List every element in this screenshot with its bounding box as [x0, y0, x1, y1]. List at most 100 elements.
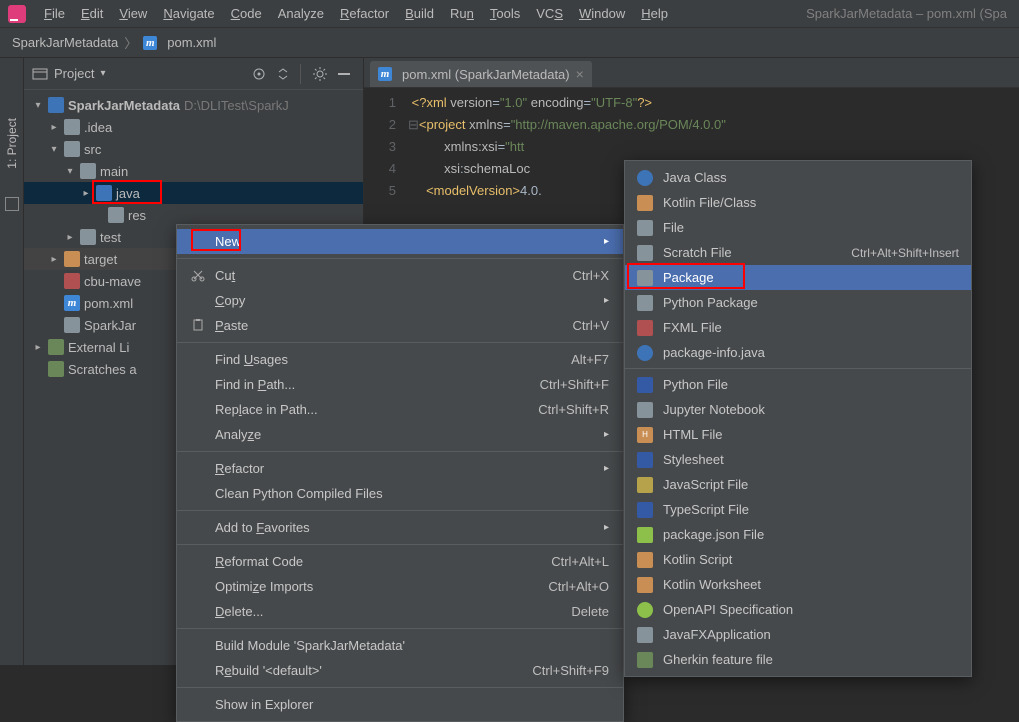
ctx-item-paste[interactable]: PasteCtrl+V [177, 313, 623, 338]
folder-icon [80, 229, 96, 245]
ctx-item-copy[interactable]: Copy▸ [177, 288, 623, 313]
openapi-icon [637, 602, 653, 618]
new-kotlin[interactable]: Kotlin File/Class [625, 190, 971, 215]
new-gherkin[interactable]: Gherkin feature file [625, 647, 971, 672]
settings-icon[interactable] [309, 63, 331, 85]
breadcrumb-project[interactable]: SparkJarMetadata [12, 35, 118, 50]
ctx-item-build-module[interactable]: Build Module 'SparkJarMetadata' [177, 633, 623, 658]
fxml-icon [637, 320, 653, 336]
javascript-icon [637, 477, 653, 493]
folder-icon [108, 207, 124, 223]
close-tab-icon[interactable]: × [576, 66, 584, 82]
menu-tools[interactable]: Tools [482, 2, 528, 25]
new-submenu: Java Class Kotlin File/Class File Scratc… [624, 160, 972, 677]
project-view-icon [32, 66, 48, 82]
xml-file-icon [64, 273, 80, 289]
tree-idea-folder[interactable]: .idea [24, 116, 363, 138]
new-typescript[interactable]: TypeScript File [625, 497, 971, 522]
new-package[interactable]: Package [625, 265, 971, 290]
kotlin-icon [637, 552, 653, 568]
new-javascript[interactable]: JavaScript File [625, 472, 971, 497]
project-toolbar: Project ▾ [24, 58, 363, 90]
hide-toolwindow-icon[interactable] [333, 63, 355, 85]
ctx-item-favorites[interactable]: Add to Favorites▸ [177, 515, 623, 540]
paste-icon [191, 318, 207, 334]
ctx-item-show-in-explorer[interactable]: Show in Explorer [177, 692, 623, 717]
locate-file-icon[interactable] [248, 63, 270, 85]
submenu-arrow-icon: ▸ [604, 236, 609, 247]
project-view-label[interactable]: Project [54, 66, 94, 81]
menu-code[interactable]: Code [223, 2, 270, 25]
css-icon [637, 452, 653, 468]
new-kotlin-script[interactable]: Kotlin Script [625, 547, 971, 572]
tree-root[interactable]: SparkJarMetadataD:\DLITest\SparkJ [24, 94, 363, 116]
kotlin-icon [637, 577, 653, 593]
new-python-file[interactable]: Python File [625, 372, 971, 397]
excluded-folder-icon [64, 251, 80, 267]
maven-file-icon: m [64, 295, 80, 311]
expand-all-icon[interactable] [272, 63, 294, 85]
toolwindow-project-tab[interactable]: 1: Project [5, 118, 19, 169]
kotlin-icon [637, 195, 653, 211]
tree-res-folder[interactable]: res [24, 204, 363, 226]
new-file[interactable]: File [625, 215, 971, 240]
ctx-item-optimize-imports[interactable]: Optimize ImportsCtrl+Alt+O [177, 574, 623, 599]
ctx-item-rebuild[interactable]: Rebuild '<default>'Ctrl+Shift+F9 [177, 658, 623, 683]
folder-icon [80, 163, 96, 179]
package-icon [637, 295, 653, 311]
ctx-item-clean-python[interactable]: Clean Python Compiled Files [177, 481, 623, 506]
maven-file-icon: m [378, 67, 392, 81]
menu-run[interactable]: Run [442, 2, 482, 25]
menu-navigate[interactable]: Navigate [155, 2, 222, 25]
breadcrumb-file[interactable]: pom.xml [167, 35, 216, 50]
menu-build[interactable]: Build [397, 2, 442, 25]
new-html[interactable]: HHTML File [625, 422, 971, 447]
external-libraries-icon [48, 339, 64, 355]
menu-vcs[interactable]: VCS [528, 2, 571, 25]
folder-icon [64, 141, 80, 157]
new-openapi[interactable]: OpenAPI Specification [625, 597, 971, 622]
ctx-item-cut[interactable]: CutCtrl+X [177, 263, 623, 288]
ctx-item-delete[interactable]: Delete...Delete [177, 599, 623, 624]
menu-edit[interactable]: Edit [73, 2, 111, 25]
maven-file-icon: m [143, 36, 157, 50]
gherkin-icon [637, 652, 653, 668]
new-kotlin-worksheet[interactable]: Kotlin Worksheet [625, 572, 971, 597]
new-stylesheet[interactable]: Stylesheet [625, 447, 971, 472]
ctx-item-replace-in-path[interactable]: Replace in Path...Ctrl+Shift+R [177, 397, 623, 422]
new-java-class[interactable]: Java Class [625, 165, 971, 190]
menu-refactor[interactable]: Refactor [332, 2, 397, 25]
editor-tab-label: pom.xml (SparkJarMetadata) [402, 67, 570, 82]
breadcrumb-separator-icon: 〉 [124, 33, 137, 52]
structure-toolwindow-icon[interactable] [5, 197, 19, 211]
ctx-item-analyze[interactable]: Analyze▸ [177, 422, 623, 447]
ctx-item-refactor[interactable]: Refactor▸ [177, 456, 623, 481]
new-jupyter[interactable]: Jupyter Notebook [625, 397, 971, 422]
tree-main-folder[interactable]: main [24, 160, 363, 182]
package-icon [637, 270, 653, 286]
menu-analyze[interactable]: Analyze [270, 2, 332, 25]
tree-java-folder-selected[interactable]: java [24, 182, 363, 204]
tool-window-strip: 1: Project [0, 58, 24, 665]
typescript-icon [637, 502, 653, 518]
project-view-dropdown-icon[interactable]: ▾ [100, 68, 105, 79]
context-menu: New ▸ CutCtrl+X Copy▸ PasteCtrl+V Find U… [176, 224, 624, 722]
menu-help[interactable]: Help [633, 2, 676, 25]
new-package-json[interactable]: package.json File [625, 522, 971, 547]
menu-file[interactable]: File [36, 2, 73, 25]
new-javafx[interactable]: JavaFXApplication [625, 622, 971, 647]
tree-src-folder[interactable]: src [24, 138, 363, 160]
ctx-item-reformat[interactable]: Reformat CodeCtrl+Alt+L [177, 549, 623, 574]
ctx-item-new[interactable]: New ▸ [177, 229, 623, 254]
new-python-package[interactable]: Python Package [625, 290, 971, 315]
ctx-item-find-usages[interactable]: Find UsagesAlt+F7 [177, 347, 623, 372]
menu-view[interactable]: View [111, 2, 155, 25]
ctx-item-find-in-path[interactable]: Find in Path...Ctrl+Shift+F [177, 372, 623, 397]
project-folder-icon [48, 97, 64, 113]
editor-tab-pom[interactable]: m pom.xml (SparkJarMetadata) × [370, 61, 592, 87]
new-scratch-file[interactable]: Scratch FileCtrl+Alt+Shift+Insert [625, 240, 971, 265]
new-package-info[interactable]: package-info.java [625, 340, 971, 365]
java-class-icon [637, 170, 653, 186]
new-fxml[interactable]: FXML File [625, 315, 971, 340]
menu-window[interactable]: Window [571, 2, 633, 25]
